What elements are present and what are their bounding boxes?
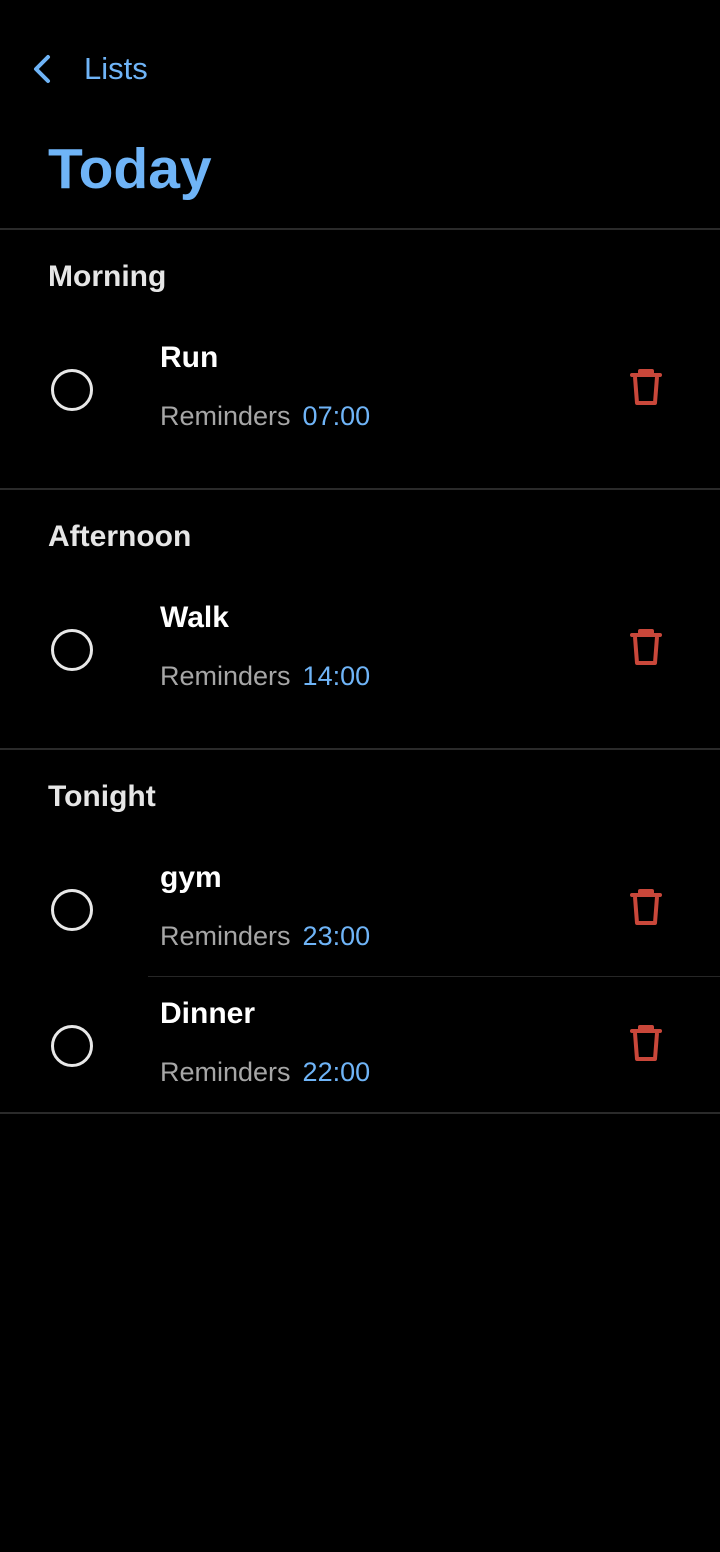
reminder-label: Reminders <box>160 401 291 431</box>
delete-button[interactable] <box>626 367 666 407</box>
trash-icon <box>626 627 666 667</box>
list-item[interactable]: Dinner Reminders 22:00 <box>0 980 720 1110</box>
item-name: Walk <box>160 601 229 634</box>
page-title: Today <box>48 137 212 201</box>
trash-icon <box>626 1023 666 1063</box>
list-item[interactable]: Run Reminders 07:00 <box>0 324 720 454</box>
divider <box>0 748 720 750</box>
list-item[interactable]: Walk Reminders 14:00 <box>0 584 720 714</box>
item-reminder: Reminders 14:00 <box>160 660 370 692</box>
reminder-time: 07:00 <box>302 401 371 431</box>
reminder-label: Reminders <box>160 1057 291 1087</box>
complete-checkbox[interactable] <box>51 889 93 931</box>
delete-button[interactable] <box>626 1023 666 1063</box>
reminder-label: Reminders <box>160 921 291 951</box>
trash-icon <box>626 367 666 407</box>
complete-checkbox[interactable] <box>51 369 93 411</box>
section-title-tonight: Tonight <box>48 780 156 813</box>
divider <box>0 228 720 230</box>
reminder-time: 22:00 <box>302 1057 371 1087</box>
item-reminder: Reminders 22:00 <box>160 1056 370 1088</box>
reminder-time: 23:00 <box>302 921 371 951</box>
section-title-afternoon: Afternoon <box>48 520 192 553</box>
item-name: Run <box>160 341 219 374</box>
trash-icon <box>626 887 666 927</box>
back-label: Lists <box>84 51 148 86</box>
reminder-label: Reminders <box>160 661 291 691</box>
item-name: Dinner <box>160 997 256 1030</box>
divider <box>0 488 720 490</box>
top-bar: Lists <box>0 0 720 120</box>
item-name: gym <box>160 861 222 894</box>
reminder-time: 14:00 <box>302 661 371 691</box>
chevron-left-icon <box>28 54 58 84</box>
divider <box>0 1112 720 1114</box>
item-divider <box>148 976 720 977</box>
back-button[interactable]: Lists <box>28 44 148 94</box>
item-reminder: Reminders 23:00 <box>160 920 370 952</box>
item-reminder: Reminders 07:00 <box>160 400 370 432</box>
list-item[interactable]: gym Reminders 23:00 <box>0 844 720 974</box>
complete-checkbox[interactable] <box>51 629 93 671</box>
complete-checkbox[interactable] <box>51 1025 93 1067</box>
section-title-morning: Morning <box>48 260 167 293</box>
delete-button[interactable] <box>626 887 666 927</box>
delete-button[interactable] <box>626 627 666 667</box>
